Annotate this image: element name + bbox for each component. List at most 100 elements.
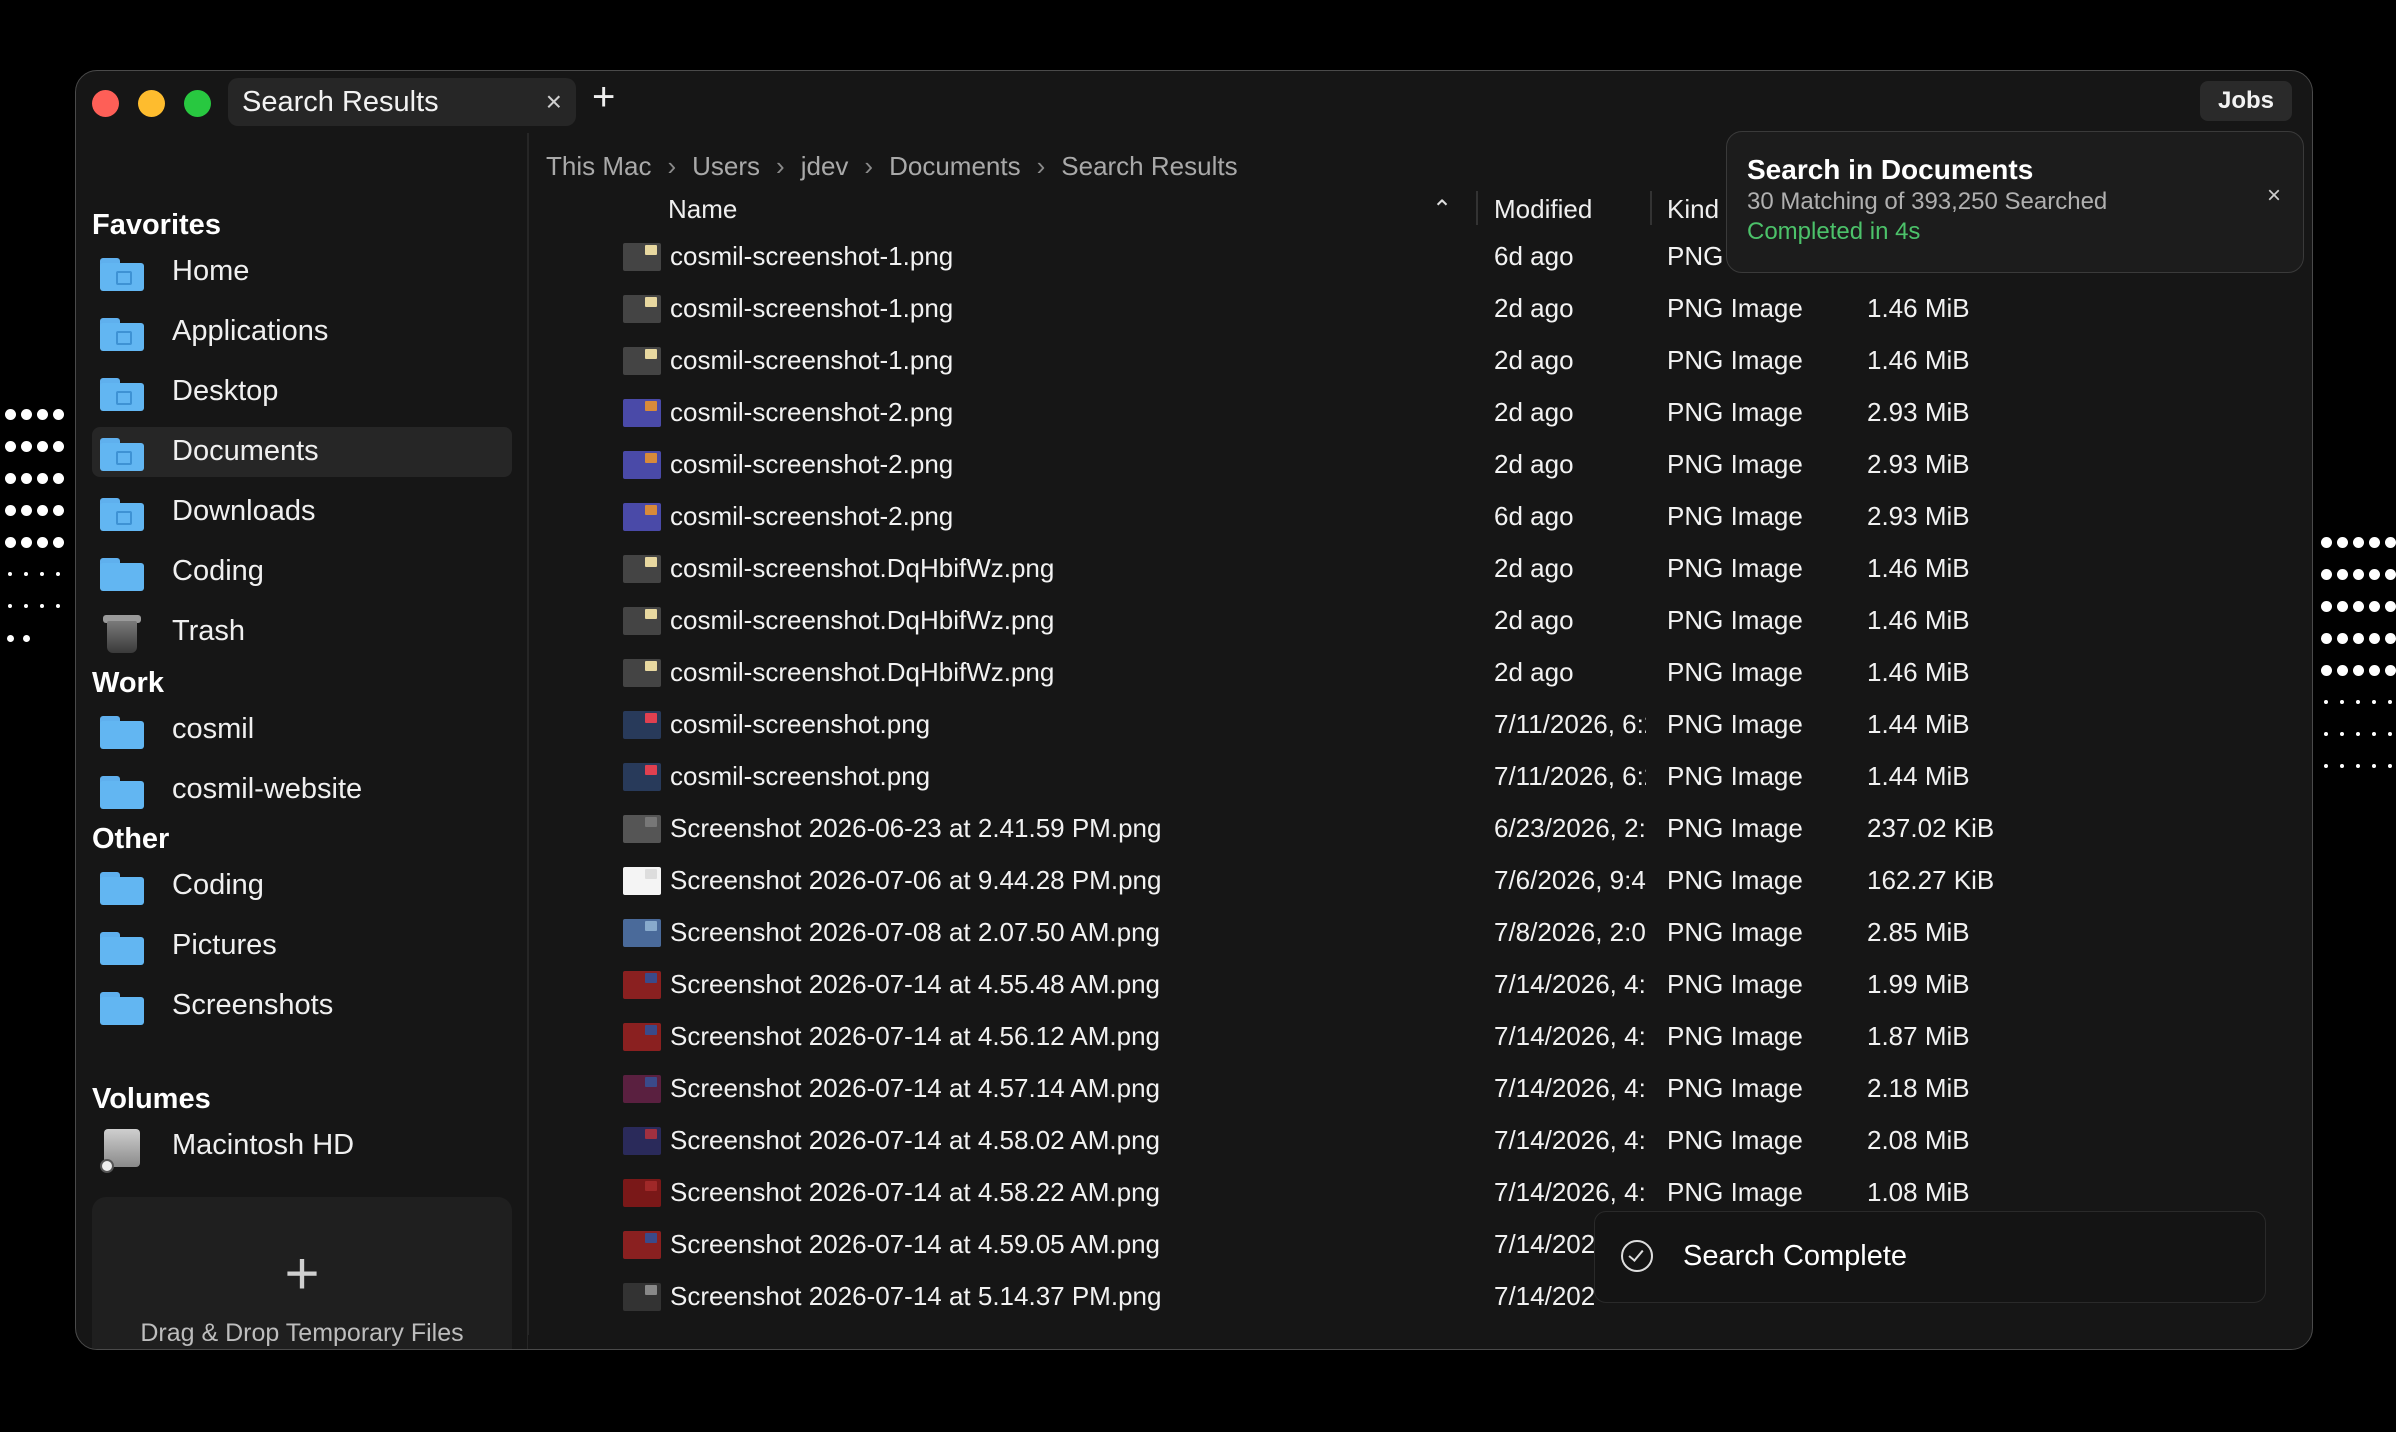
image-thumbnail-icon xyxy=(623,295,661,323)
column-header-name[interactable]: Name xyxy=(668,194,737,225)
decorative-dot xyxy=(2352,664,2364,676)
column-header-modified[interactable]: Modified xyxy=(1494,194,1592,225)
close-notification-icon[interactable]: × xyxy=(2267,182,2281,210)
image-thumbnail-icon xyxy=(623,399,661,427)
file-name: Screenshot 2026-07-06 at 9.44.28 PM.png xyxy=(670,865,1162,895)
maximize-window-button[interactable] xyxy=(184,90,211,117)
decorative-dot xyxy=(24,604,28,608)
file-modified: 7/14/2026, 4:5 xyxy=(1494,1125,1646,1155)
image-thumbnail-icon xyxy=(623,1283,661,1311)
file-name: Screenshot 2026-07-14 at 4.59.05 AM.png xyxy=(670,1229,1161,1259)
decorative-dot xyxy=(8,572,12,576)
file-size: 1.99 MiB xyxy=(1867,969,1970,999)
file-modified: 7/14/2026, 4:5 xyxy=(1494,1177,1646,1207)
image-thumbnail-icon xyxy=(623,347,661,375)
breadcrumb: This Mac › Users › jdev › Documents › Search Res… xyxy=(546,151,1238,182)
file-modified: 2d ago xyxy=(1494,397,1574,427)
file-size: 1.44 MiB xyxy=(1867,761,1970,791)
file-modified: 7/14/2026, 4:5 xyxy=(1494,1021,1646,1051)
image-thumbnail-icon xyxy=(623,867,661,895)
breadcrumb-item[interactable]: Users xyxy=(692,151,760,182)
new-tab-button[interactable]: + xyxy=(592,75,615,120)
decorative-dot xyxy=(2336,600,2348,612)
file-row[interactable]: cosmil-screenshot.DqHbifWz.png 2d ago PNG … xyxy=(76,647,2312,699)
decorative-dot xyxy=(2320,632,2332,644)
chevron-right-icon: › xyxy=(864,151,874,181)
file-row[interactable]: cosmil-screenshot.DqHbifWz.png 2d ago PNG … xyxy=(76,595,2312,647)
chevron-right-icon: › xyxy=(1036,151,1046,181)
file-size: 2.85 MiB xyxy=(1867,917,1970,947)
jobs-button[interactable]: Jobs xyxy=(2199,81,2292,121)
file-kind: PNG Image xyxy=(1667,709,1803,739)
column-divider xyxy=(1476,191,1478,225)
file-row[interactable]: Screenshot 2026-07-06 at 9.44.28 PM.png 7… xyxy=(76,855,2312,907)
file-modified: 6d ago xyxy=(1494,501,1574,531)
decorative-dot xyxy=(2324,764,2328,768)
file-row[interactable]: cosmil-screenshot-2.png 2d ago PNG Image 2.… xyxy=(76,387,2312,439)
tab-search-results[interactable]: Search Results × xyxy=(228,78,576,126)
file-kind: PNG Image xyxy=(1667,813,1803,843)
file-modified: 2d ago xyxy=(1494,657,1574,687)
search-complete-toast: Search Complete xyxy=(1594,1211,2266,1303)
finder-window: Search Results × + Jobs Favorites Home Ap… xyxy=(75,70,2313,1350)
file-name: cosmil-screenshot-2.png xyxy=(670,449,954,479)
file-modified: 6d ago xyxy=(1494,241,1574,271)
decorative-dot xyxy=(20,504,32,516)
image-thumbnail-icon xyxy=(623,1023,661,1051)
file-modified: 2d ago xyxy=(1494,345,1574,375)
decorative-dot xyxy=(2388,700,2392,704)
file-size: 1.46 MiB xyxy=(1867,553,1970,583)
decorative-dot xyxy=(2336,632,2348,644)
file-row[interactable]: Screenshot 2026-07-14 at 4.58.02 AM.png 7… xyxy=(76,1115,2312,1167)
file-modified: 2d ago xyxy=(1494,293,1574,323)
decorative-dot xyxy=(2320,664,2332,676)
decorative-dot xyxy=(2336,664,2348,676)
file-row[interactable]: cosmil-screenshot-1.png 2d ago PNG Image 1.… xyxy=(76,283,2312,335)
file-row[interactable]: cosmil-screenshot-1.png 2d ago PNG Image 1.… xyxy=(76,335,2312,387)
decorative-dot xyxy=(2384,632,2396,644)
sort-ascending-icon[interactable]: ⌃ xyxy=(1432,195,1452,224)
decorative-dot xyxy=(2368,600,2380,612)
decorative-dot xyxy=(40,604,44,608)
file-kind: PNG Image xyxy=(1667,761,1803,791)
file-name: Screenshot 2026-07-08 at 2.07.50 AM.png xyxy=(670,917,1161,947)
file-row[interactable]: Screenshot 2026-07-14 at 4.57.14 AM.png 7… xyxy=(76,1063,2312,1115)
file-row[interactable]: cosmil-screenshot-2.png 2d ago PNG Image 2.… xyxy=(76,439,2312,491)
breadcrumb-item[interactable]: This Mac xyxy=(546,151,651,182)
decorative-dot xyxy=(2336,536,2348,548)
breadcrumb-item[interactable]: Search Results xyxy=(1061,151,1237,182)
decorative-dot xyxy=(2340,764,2344,768)
file-row[interactable]: cosmil-screenshot.png 7/11/2026, 6:2 PNG I… xyxy=(76,699,2312,751)
file-row[interactable]: Screenshot 2026-07-14 at 4.55.48 AM.png 7… xyxy=(76,959,2312,1011)
file-row[interactable]: Screenshot 2026-07-14 at 4.56.12 AM.png 7… xyxy=(76,1011,2312,1063)
file-name: Screenshot 2026-07-14 at 5.14.37 PM.png xyxy=(670,1281,1162,1311)
close-window-button[interactable] xyxy=(92,90,119,117)
file-row[interactable]: Screenshot 2026-06-23 at 2.41.59 PM.png 6… xyxy=(76,803,2312,855)
column-header-kind[interactable]: Kind xyxy=(1667,194,1719,225)
file-name: cosmil-screenshot.DqHbifWz.png xyxy=(670,605,1055,635)
file-row[interactable]: Screenshot 2026-07-08 at 2.07.50 AM.png 7… xyxy=(76,907,2312,959)
decorative-dot xyxy=(20,472,32,484)
decorative-dot xyxy=(2356,764,2360,768)
file-row[interactable]: cosmil-screenshot.png 7/11/2026, 6:2 PNG I… xyxy=(76,751,2312,803)
column-divider xyxy=(1650,191,1652,225)
decorative-dot xyxy=(52,408,64,420)
minimize-window-button[interactable] xyxy=(138,90,165,117)
file-modified: 7/8/2026, 2:0 xyxy=(1494,917,1646,947)
tab-title: Search Results xyxy=(242,86,439,118)
file-name: cosmil-screenshot-1.png xyxy=(670,345,954,375)
decorative-dot xyxy=(52,440,64,452)
image-thumbnail-icon xyxy=(623,1075,661,1103)
image-thumbnail-icon xyxy=(623,607,661,635)
file-size: 237.02 KiB xyxy=(1867,813,1995,843)
file-row[interactable]: cosmil-screenshot-2.png 6d ago PNG Image 2.… xyxy=(76,491,2312,543)
breadcrumb-item[interactable]: jdev xyxy=(801,151,849,182)
breadcrumb-item[interactable]: Documents xyxy=(889,151,1021,182)
decorative-dot xyxy=(2352,632,2364,644)
close-tab-icon[interactable]: × xyxy=(546,86,562,118)
decorative-dot xyxy=(36,536,48,548)
decorative-dot xyxy=(24,572,28,576)
file-row[interactable]: cosmil-screenshot.DqHbifWz.png 2d ago PNG … xyxy=(76,543,2312,595)
file-kind: PNG Image xyxy=(1667,657,1803,687)
decorative-dot xyxy=(4,408,16,420)
